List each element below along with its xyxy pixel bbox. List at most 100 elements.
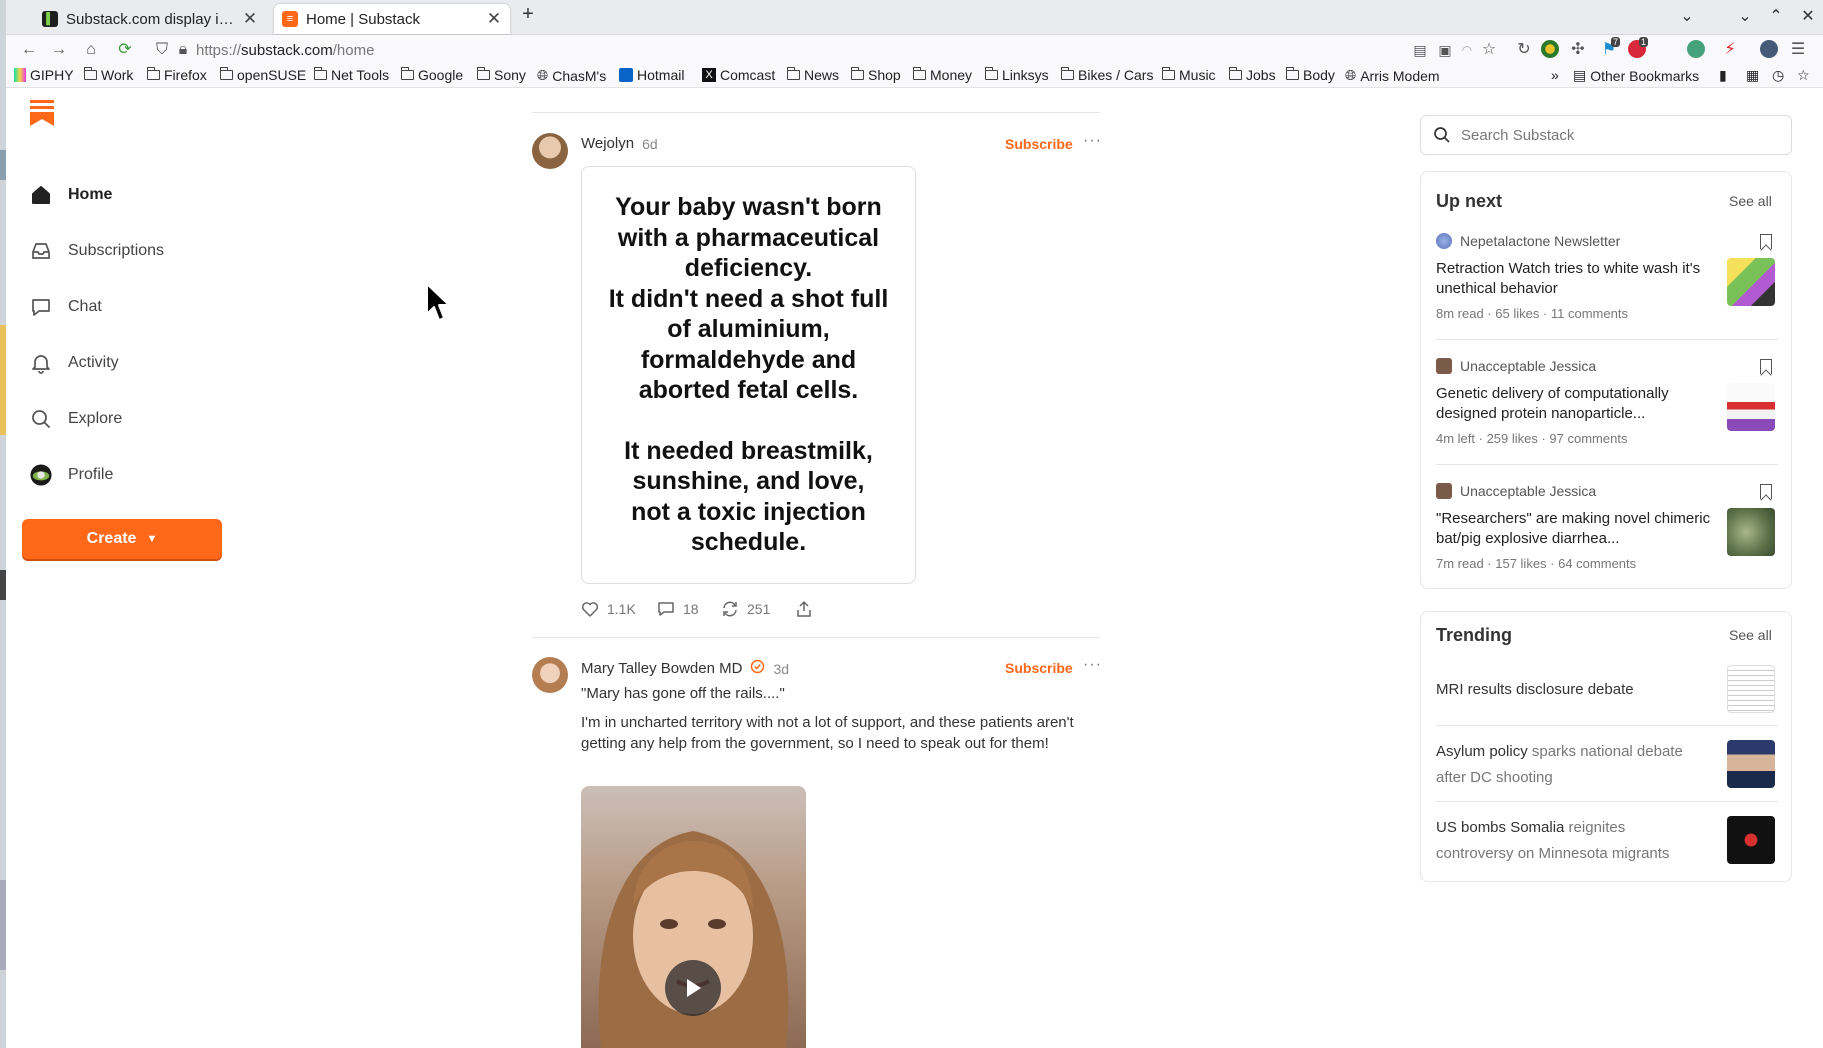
sidebar-item-home[interactable]: Home [30,183,112,207]
sidebar-item-activity[interactable]: Activity [30,351,119,375]
close-tab-icon[interactable]: ✕ [486,9,502,29]
home-icon[interactable]: ⌂ [80,39,102,61]
avatar[interactable] [532,657,568,693]
post-thumbnail[interactable] [1727,508,1775,556]
substack-logo-icon[interactable] [30,100,54,126]
trending-thumbnail[interactable] [1727,665,1775,713]
new-tab-icon[interactable]: + [517,3,539,26]
menu-icon[interactable]: ☰ [1787,39,1809,61]
extension-circle-icon[interactable] [1687,40,1705,58]
avatar[interactable] [532,133,568,169]
bookmark-net-tools[interactable]: Net Tools [313,67,389,83]
bookmark-post-icon[interactable] [1760,359,1772,374]
minimize-icon[interactable]: ⌄ [1734,6,1756,26]
chat-bubble-icon [30,296,52,318]
trending-item[interactable]: Asylum policy sparks national debate aft… [1436,739,1706,791]
flash-extension-icon[interactable]: ⚡ [1719,39,1741,61]
bookmark-firefox[interactable]: Firefox [146,67,207,83]
bookmark-chasms[interactable]: 🌐︎ ChasM's [537,67,606,84]
up-next-post-title[interactable]: "Researchers" are making novel chimeric … [1436,509,1716,549]
bookmark-star-icon[interactable]: ☆ [1797,67,1810,84]
account-icon[interactable] [1760,40,1778,58]
bookmark-sony[interactable]: Sony [476,67,526,83]
other-bookmarks[interactable]: ▤ Other Bookmarks [1573,67,1699,84]
sidebar-item-label: Subscriptions [68,242,165,259]
publication-label[interactable]: Unacceptable Jessica [1436,358,1596,374]
bookmark-opensuse[interactable]: openSUSE [219,67,306,83]
trending-thumbnail[interactable] [1727,740,1775,788]
publication-label[interactable]: Nepetalactone Newsletter [1436,233,1620,249]
bookmark-hotmail[interactable]: Hotmail [619,67,684,83]
up-next-see-all-link[interactable]: See all [1729,193,1772,209]
bookmark-comcast[interactable]: X Comcast [702,67,775,83]
back-icon[interactable]: ← [18,39,40,61]
sidebar-item-subscriptions[interactable]: Subscriptions [30,239,164,263]
extension-icon[interactable] [1541,40,1559,58]
trending-thumbnail[interactable] [1727,816,1775,864]
comment-button[interactable]: 18 [657,600,699,618]
restack-button[interactable]: 251 [721,600,770,618]
bookmark-label: GIPHY [30,67,74,83]
bookmark-money[interactable]: Money [912,67,972,83]
up-next-post-title[interactable]: Genetic delivery of computationally desi… [1436,384,1716,424]
bookmark-linksys[interactable]: Linksys [984,67,1049,83]
tab-home-substack[interactable]: ≡ Home | Substack ✕ [274,4,510,34]
more-bookmarks-chevron-icon[interactable]: » [1551,67,1559,83]
refresh-extension-icon[interactable]: ⟳ [114,39,136,61]
shield-icon[interactable]: ⛉ [151,39,173,61]
up-next-post-title[interactable]: Retraction Watch tries to white wash it'… [1436,259,1716,299]
bookmark-bikes-cars[interactable]: Bikes / Cars [1060,67,1154,83]
meme-line: with a pharmaceutical [617,223,880,252]
history-clock-icon[interactable]: ◷ [1772,67,1784,84]
share-button[interactable] [795,600,813,618]
bookmark-post-icon[interactable] [1760,484,1772,499]
post-author[interactable]: Wejolyn [581,135,634,152]
tab-substack-display-issue[interactable]: ▌ Substack.com display issue ✕ [34,4,266,34]
post-thumbnail[interactable] [1727,383,1775,431]
create-button[interactable]: Create ▼ [22,519,222,559]
bookmark-google[interactable]: Google [400,67,463,83]
sidebar-item-explore[interactable]: Explore [30,407,122,431]
play-icon [687,979,701,997]
star-bookmark-icon[interactable]: ☆ [1478,39,1500,61]
subscribe-button[interactable]: Subscribe [1005,136,1073,152]
sidebar-toggle-icon[interactable]: ▮ [1719,67,1727,84]
more-options-icon[interactable]: ··· [1083,132,1102,150]
picture-in-picture-icon[interactable]: ▣ [1434,39,1456,61]
bookmark-arris-modem[interactable]: 🌐︎ Arris Modem [1345,67,1440,84]
bookmark-giphy[interactable]: GIPHY [14,67,74,83]
list-tabs-icon[interactable]: ⌄ [1676,6,1698,26]
post-thumbnail[interactable] [1727,258,1775,306]
subscribe-button[interactable]: Subscribe [1005,660,1073,676]
sidebar-item-profile[interactable]: Profile [30,463,113,487]
bookmark-work[interactable]: Work [83,67,133,83]
trending-item[interactable]: US bombs Somalia reignites controversy o… [1436,815,1706,867]
downloads-icon[interactable]: ▦ [1746,67,1759,84]
reader-view-icon[interactable]: ▤ [1409,39,1431,61]
bookmark-post-icon[interactable] [1760,234,1772,249]
maximize-icon[interactable]: ⌃ [1765,6,1787,26]
publication-label[interactable]: Unacceptable Jessica [1436,483,1596,499]
bookmark-jobs[interactable]: Jobs [1228,67,1276,83]
trending-see-all-link[interactable]: See all [1729,627,1772,643]
trending-item[interactable]: MRI results disclosure debate [1436,677,1706,703]
play-video-button[interactable] [665,960,721,1016]
reload-icon[interactable]: ↻ [1513,39,1535,61]
close-tab-icon[interactable]: ✕ [242,9,258,29]
close-window-icon[interactable]: ✕ [1797,6,1819,26]
post-author[interactable]: Mary Talley Bowden MD [581,660,742,677]
post-image[interactable]: Your baby wasn't born with a pharmaceuti… [581,166,916,584]
bookmark-music[interactable]: Music [1161,67,1216,83]
extensions-puzzle-icon[interactable]: ✣ [1567,39,1589,61]
forward-icon[interactable]: → [48,39,70,61]
url-bar[interactable]: https://substack.com/home [196,37,1406,63]
bookmark-news[interactable]: News [786,67,839,83]
sync-icon[interactable]: ◠ [1456,39,1478,61]
like-button[interactable]: 1.1K [581,600,636,618]
bookmark-shop[interactable]: Shop [850,67,901,83]
bookmark-label: Bikes / Cars [1078,67,1154,83]
sidebar-item-chat[interactable]: Chat [30,295,102,319]
more-options-icon[interactable]: ··· [1083,656,1102,674]
bookmark-body[interactable]: Body [1285,67,1335,83]
search-substack-input[interactable]: Search Substack [1420,115,1792,155]
